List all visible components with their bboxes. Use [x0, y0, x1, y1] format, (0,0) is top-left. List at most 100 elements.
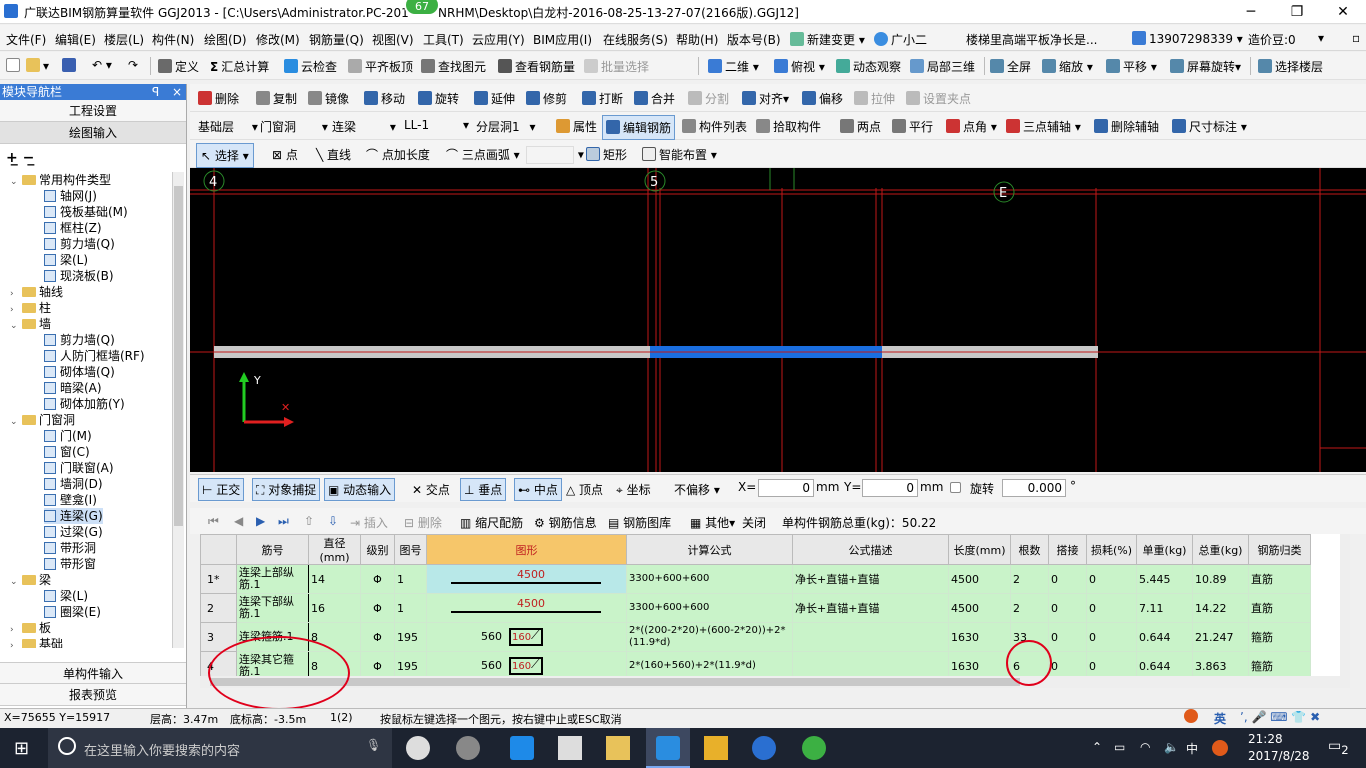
menu-new-change[interactable]: 新建变更 ▾ — [790, 31, 865, 48]
rotate-checkbox[interactable] — [950, 480, 964, 494]
rebar-library-button[interactable]: ▤ 钢筋图库 — [608, 514, 671, 531]
cell-shape[interactable]: 4500 — [426, 564, 627, 594]
cell-figure[interactable]: 195 — [394, 622, 427, 652]
score-badge[interactable]: 67 — [404, 0, 440, 16]
cell-category[interactable]: 直筋 — [1248, 564, 1311, 594]
tree-node[interactable]: 现浇板(B) — [44, 268, 114, 284]
cell-loss[interactable]: 0 — [1086, 593, 1137, 623]
table-row[interactable]: 1* 连梁上部纵筋.1 14 Φ 1 4500 3300+600+600 净长+直锚+直锚 45… — [200, 564, 1311, 594]
cell-unit-weight[interactable]: 7.11 — [1136, 593, 1193, 623]
maximize-button[interactable]: ❐ — [1274, 0, 1320, 24]
find-element-button[interactable]: 查找图元 — [421, 58, 486, 75]
trim-button[interactable]: 修剪 — [526, 90, 567, 107]
store-icon[interactable] — [558, 736, 582, 760]
vertex-snap[interactable]: △ 顶点 — [566, 481, 603, 498]
save-icon[interactable] — [62, 58, 79, 73]
tree-node[interactable]: 带形洞 — [44, 540, 96, 556]
y-input[interactable]: 0 — [862, 479, 918, 497]
wifi-icon[interactable]: ◠ — [1140, 740, 1150, 754]
dimension-dropdown[interactable]: 尺寸标注 ▾ — [1172, 118, 1247, 135]
cell-count[interactable]: 2 — [1010, 564, 1049, 594]
undo-icon[interactable]: ↶ ▾ — [92, 58, 112, 72]
tree-node[interactable]: 砌体墙(Q) — [44, 364, 115, 380]
ortho-toggle[interactable]: ⊢ 正交 — [198, 478, 245, 501]
break-button[interactable]: 打断 — [582, 90, 623, 107]
taskbar-search-box[interactable]: 在这里输入你要搜索的内容 🎙 — [48, 728, 392, 768]
col-grade[interactable]: 级别 — [360, 534, 395, 565]
minimize-button[interactable]: ─ — [1228, 0, 1274, 24]
glodon-icon[interactable] — [752, 736, 776, 760]
network-icon[interactable]: ▭ — [1114, 740, 1125, 754]
rotate-input[interactable]: 0.000 — [1002, 479, 1066, 497]
move-button[interactable]: 移动 — [364, 90, 405, 107]
point-angle-dropdown[interactable]: 点角 ▾ — [946, 118, 997, 135]
cell-desc[interactable]: 净长+直锚+直锚 — [792, 564, 949, 594]
cell-formula[interactable]: 3300+600+600 — [626, 564, 793, 594]
set-grip-button[interactable]: 设置夹点 — [906, 90, 971, 107]
cell-category[interactable]: 箍筋 — [1248, 622, 1311, 652]
intersection-snap[interactable]: ✕ 交点 — [412, 481, 450, 498]
panel-close-icon[interactable]: × — [172, 84, 182, 100]
extend-button[interactable]: 延伸 — [474, 90, 515, 107]
first-icon[interactable]: ⏮ — [208, 514, 219, 529]
col-unit-weight[interactable]: 单重(kg) — [1136, 534, 1193, 565]
other-dropdown[interactable]: ▦ 其他▾ — [690, 514, 735, 531]
smart-layout-dropdown[interactable]: 智能布置 ▾ — [642, 146, 717, 163]
menu-version[interactable]: 版本号(B) — [727, 31, 781, 48]
cell-grade[interactable]: Φ — [360, 622, 395, 652]
cell-formula[interactable]: 2*((200-2*20)+(600-2*20))+2*(11.9*d) — [626, 622, 793, 652]
rebar-info-button[interactable]: ⚙ 钢筋信息 — [534, 514, 597, 531]
tree-node[interactable]: 梁(L) — [44, 252, 88, 268]
expand-all-icon[interactable]: +̲ −̲ — [6, 150, 34, 166]
col-figure-no[interactable]: 图号 — [394, 534, 427, 565]
offset-select[interactable]: 不偏移 ▾ — [674, 481, 720, 498]
screen-rotate-dropdown[interactable]: 屏幕旋转▾ — [1170, 58, 1241, 75]
cell-total-weight[interactable]: 14.22 — [1192, 593, 1249, 623]
close-button[interactable]: ✕ — [1320, 0, 1366, 24]
table-row[interactable]: 3 连梁箍筋.1 8 Φ 195 560 160 ⟋ 2*((200-2*20)+(600-2*… — [200, 622, 1311, 652]
edge-icon[interactable] — [510, 736, 534, 760]
rotate-button[interactable]: 旋转 — [418, 90, 459, 107]
sogou-tray-icon[interactable] — [1212, 740, 1228, 756]
col-loss[interactable]: 损耗(%) — [1086, 534, 1137, 565]
project-settings-button[interactable]: 工程设置 — [0, 100, 186, 122]
help-dropdown[interactable]: ▾ — [1318, 31, 1324, 45]
ime-tools-icon[interactable]: ʼ, 🎤 ⌨ 👕 ✖ — [1240, 710, 1320, 724]
table-row[interactable]: 2 连梁下部纵筋.1 16 Φ 1 4500 3300+600+600 净长+直锚+直锚 450… — [200, 593, 1311, 623]
cell-name[interactable]: 连梁上部纵筋.1 — [236, 564, 309, 594]
row-number[interactable]: 1* — [200, 564, 237, 594]
tree-node[interactable]: 带形窗 — [44, 556, 96, 572]
merge-button[interactable]: 合并 — [634, 90, 675, 107]
tree-node[interactable]: 门联窗(A) — [44, 460, 114, 476]
menu-online[interactable]: 在线服务(S) — [603, 31, 668, 48]
redo-icon[interactable]: ↷ — [128, 58, 138, 72]
line-button[interactable]: ╲ 直线 — [316, 146, 351, 163]
tree-node[interactable]: 过梁(G) — [44, 524, 103, 540]
cell-desc[interactable] — [792, 622, 949, 652]
edit-rebar-button[interactable]: 编辑钢筋 — [602, 115, 676, 140]
point-length-button[interactable]: ⌒ 点加长度 — [366, 146, 430, 163]
local-3d-button[interactable]: 局部三维 — [910, 58, 975, 75]
pick-component-button[interactable]: 拾取构件 — [756, 118, 821, 135]
expand-icon[interactable]: ⌄ — [10, 174, 19, 190]
tree-node[interactable]: 门(M) — [44, 428, 92, 444]
expand-icon[interactable]: ⌄ — [10, 574, 19, 590]
menu-draw[interactable]: 绘图(D) — [204, 31, 247, 48]
insert-row-button[interactable]: ⇥ 插入 — [350, 514, 388, 531]
tree-node[interactable]: 人防门框墙(RF) — [44, 348, 145, 364]
component-list-button[interactable]: 构件列表 — [682, 118, 747, 135]
cell-lap[interactable]: 0 — [1048, 622, 1087, 652]
table-hscroll[interactable] — [200, 676, 1340, 688]
delete-axis-button[interactable]: 删除辅轴 — [1094, 118, 1159, 135]
menu-help[interactable]: 帮助(H) — [676, 31, 718, 48]
menu-guangxiaoer[interactable]: 广小二 — [874, 31, 927, 48]
input-lang[interactable]: 中 — [1186, 740, 1198, 757]
cell-name[interactable]: 连梁下部纵筋.1 — [236, 593, 309, 623]
tree-node[interactable]: 壁龛(I) — [44, 492, 97, 508]
row-number[interactable]: 2 — [200, 593, 237, 623]
sogou-icon[interactable] — [1184, 709, 1201, 724]
restore-icon[interactable]: ▫ — [1352, 31, 1360, 45]
x-input[interactable]: 0 — [758, 479, 814, 497]
parallel-button[interactable]: 平行 — [892, 118, 933, 135]
cell-grade[interactable]: Φ — [360, 564, 395, 594]
